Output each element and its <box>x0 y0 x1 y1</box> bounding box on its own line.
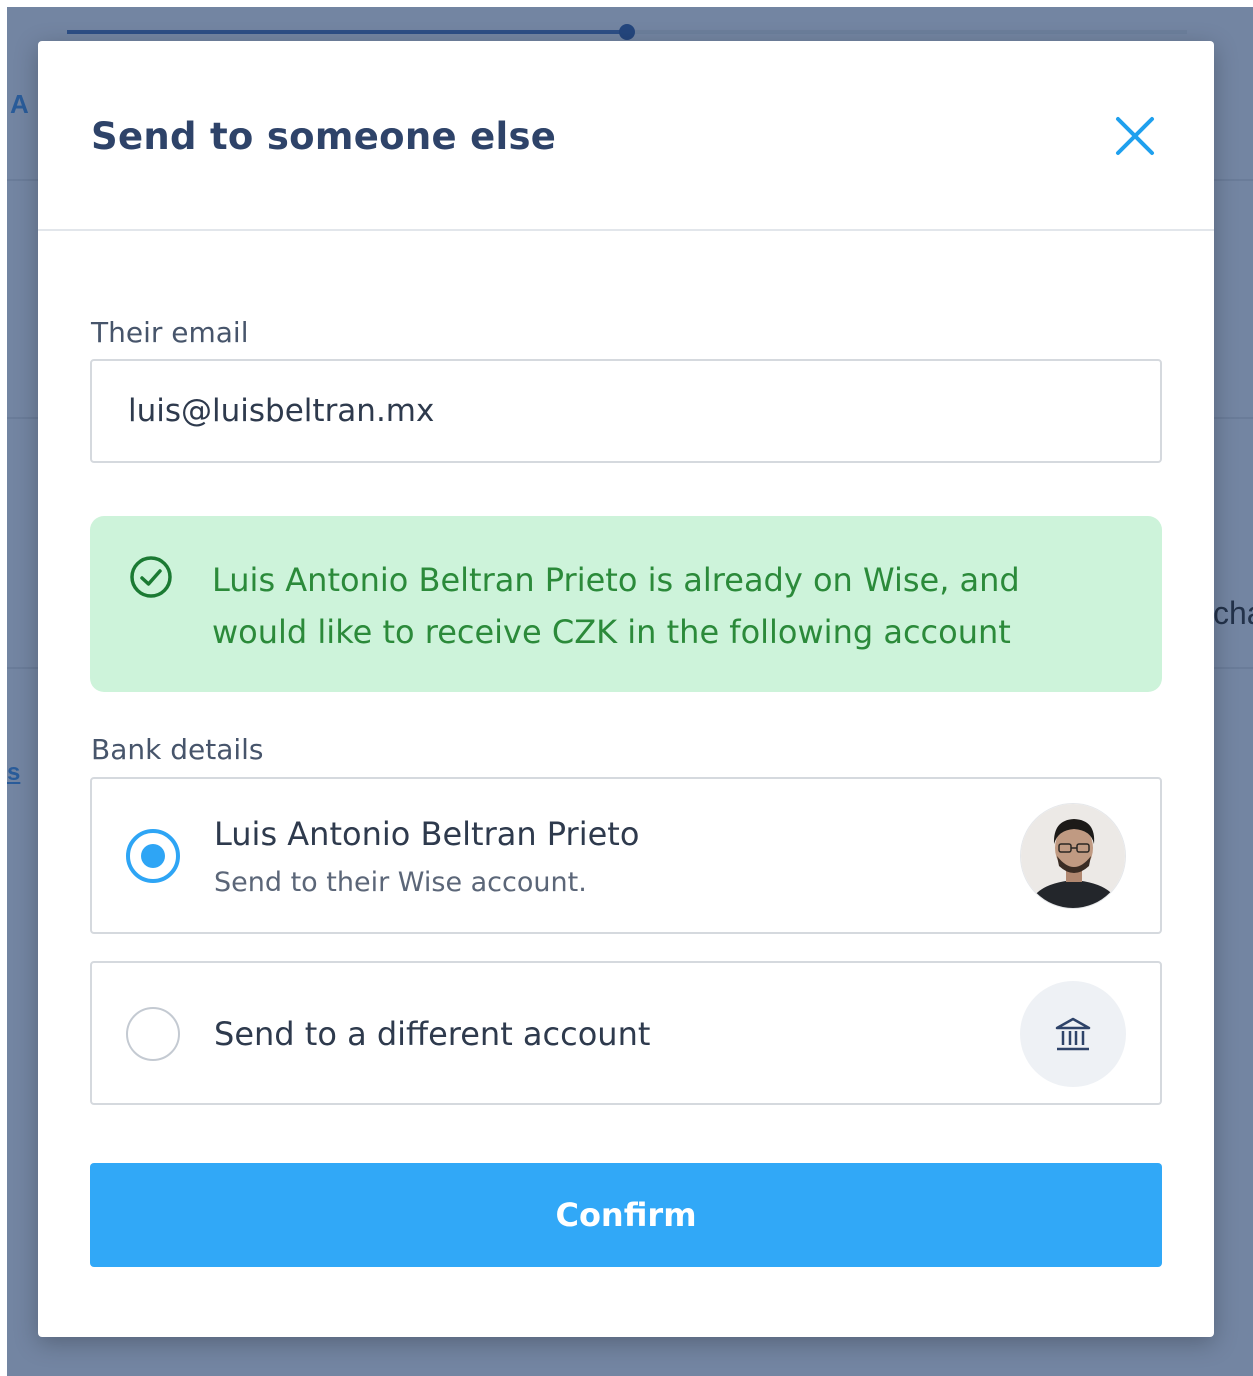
avatar-photo <box>1021 804 1125 908</box>
send-to-someone-modal: Send to someone else Their email Luis An… <box>38 41 1214 1337</box>
confirm-button[interactable]: Confirm <box>90 1163 1162 1267</box>
bank-icon <box>1055 1017 1091 1051</box>
option-wise-account[interactable]: Luis Antonio Beltran Prieto Send to thei… <box>90 777 1162 934</box>
background-text-fragment: A <box>10 89 29 119</box>
radio-dot <box>141 844 165 868</box>
email-input[interactable] <box>90 359 1162 463</box>
option-subtitle: Send to their Wise account. <box>214 867 587 898</box>
radio-selected[interactable] <box>126 829 180 883</box>
close-x-icon <box>1116 117 1154 155</box>
option-title: Send to a different account <box>214 1015 651 1053</box>
close-button[interactable] <box>1110 111 1160 161</box>
modal-header: Send to someone else <box>38 41 1214 231</box>
alert-message: Luis Antonio Beltran Prieto is already o… <box>212 561 1020 651</box>
modal-title: Send to someone else <box>91 115 557 158</box>
option-different-account[interactable]: Send to a different account <box>90 961 1162 1105</box>
progress-fill <box>67 30 627 34</box>
background-link-fragment: s <box>7 759 21 786</box>
background-text-fragment: cha <box>1213 595 1253 631</box>
progress-knob <box>619 24 635 40</box>
option-title: Luis Antonio Beltran Prieto <box>214 815 640 853</box>
avatar <box>1020 803 1126 909</box>
bank-details-label: Bank details <box>91 733 264 766</box>
radio-unselected[interactable] <box>126 1007 180 1061</box>
check-circle-icon <box>130 556 172 598</box>
bank-icon-container <box>1020 981 1126 1087</box>
email-label: Their email <box>91 316 249 349</box>
recipient-found-alert: Luis Antonio Beltran Prieto is already o… <box>90 516 1162 692</box>
